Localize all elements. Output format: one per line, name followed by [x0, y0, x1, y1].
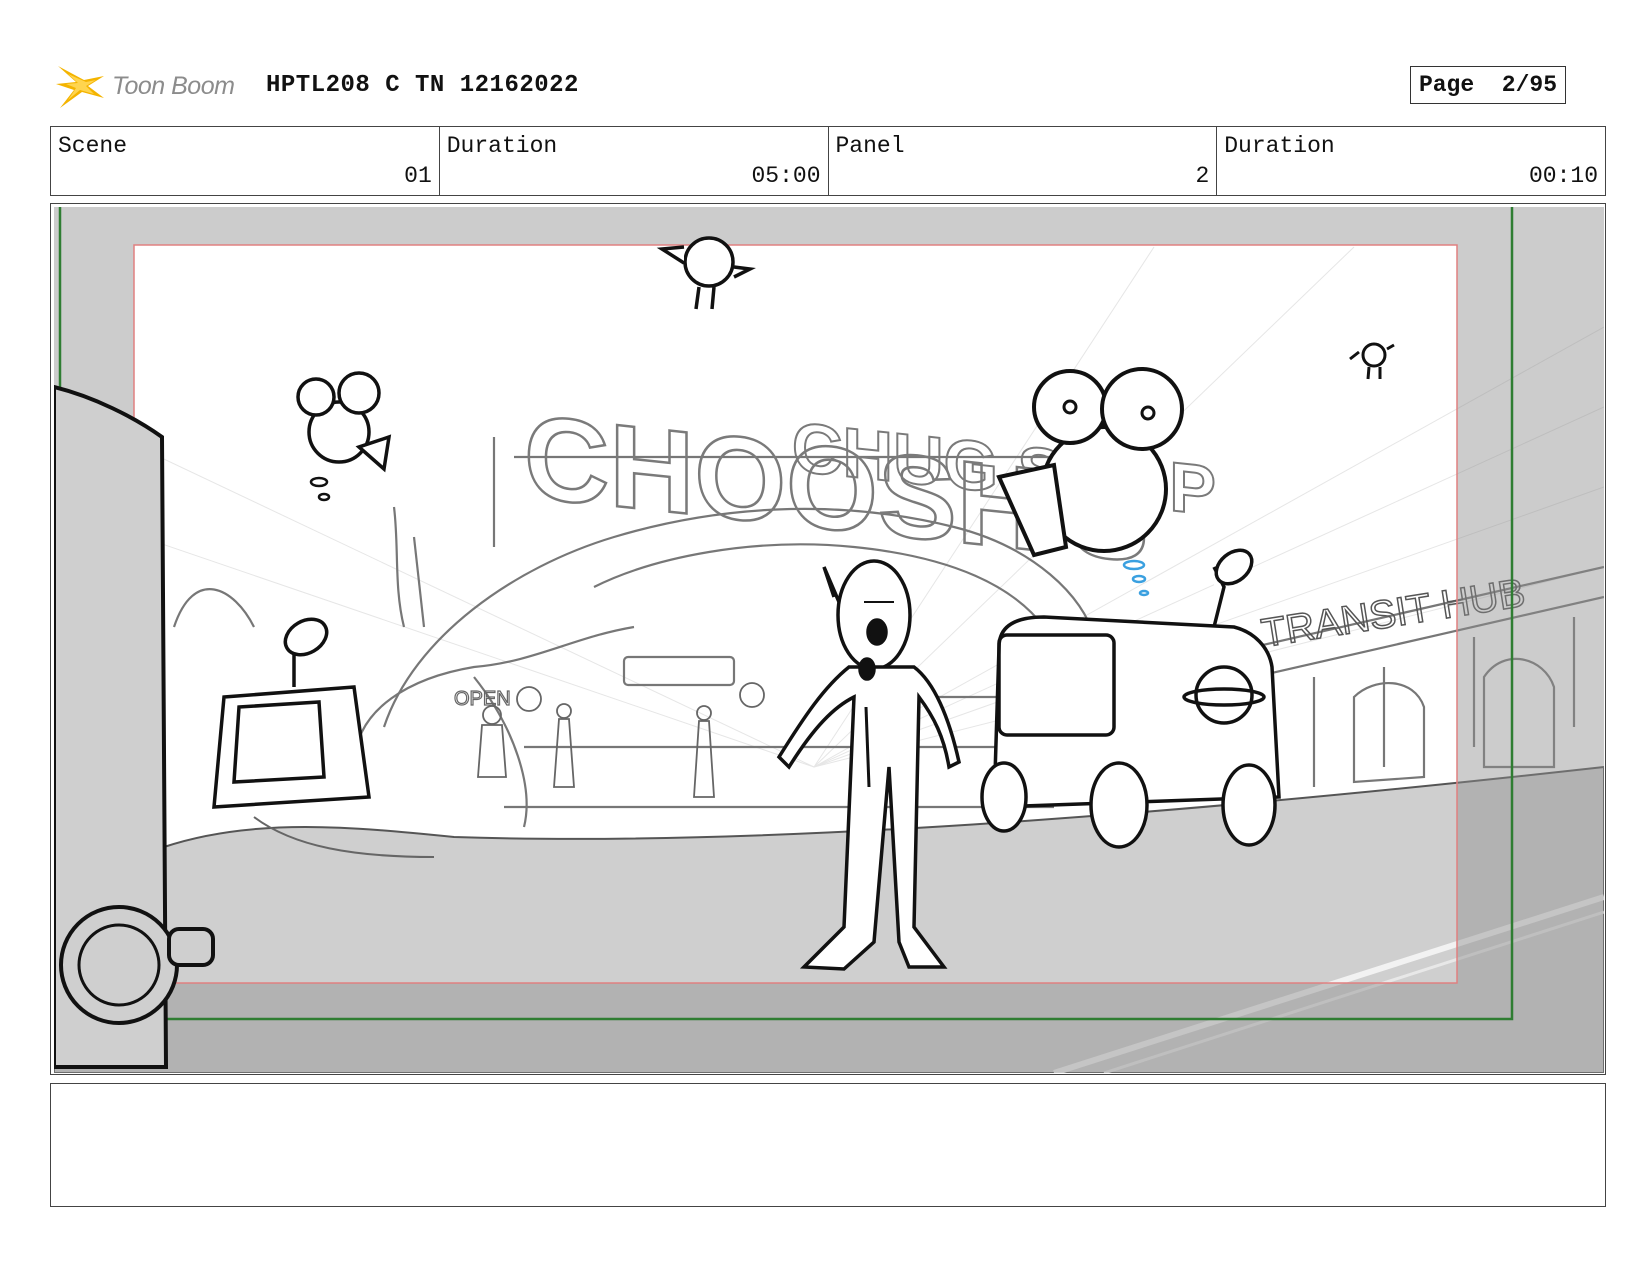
panel-duration-value: 00:10: [1528, 163, 1598, 189]
panel-label: Panel: [835, 133, 905, 159]
sign-open: OPEN: [454, 688, 511, 710]
panel-notes: [50, 1083, 1606, 1207]
scene-label: Scene: [58, 133, 128, 159]
storyboard-panel: CHOOSH'S CHUG SHOP TRANSIT HUB OPEN: [50, 203, 1606, 1075]
page-number: 2/95: [1501, 72, 1557, 98]
logo-text: Toon Boom: [112, 71, 235, 100]
toon-boom-logo: Toon Boom: [54, 62, 235, 110]
panel-cell: Panel 2: [829, 127, 1218, 195]
panel-duration-label: Duration: [1224, 133, 1335, 159]
panel-artwork: CHOOSH'S CHUG SHOP TRANSIT HUB OPEN: [54, 207, 1604, 1073]
panel-duration-cell: Duration 00:10: [1217, 127, 1605, 195]
panel-value: 2: [1195, 163, 1210, 189]
page-label: Page: [1418, 72, 1475, 98]
scene-duration-cell: Duration 05:00: [440, 127, 829, 195]
scene-duration-label: Duration: [446, 133, 558, 159]
page-indicator: Page 2/95: [1409, 66, 1566, 104]
board-title: HPTL208 C TN 12162022: [266, 72, 579, 99]
star-burst-icon: [56, 66, 104, 108]
scene-value: 01: [404, 163, 432, 189]
board-header: Toon Boom HPTL208 C TN 12162022 Page 2/9…: [50, 60, 1610, 110]
scene-duration-value: 05:00: [751, 163, 821, 189]
scene-cell: Scene 01: [51, 127, 440, 195]
panel-info-row: Scene 01 Duration 05:00 Panel 2 Duration…: [50, 126, 1606, 196]
